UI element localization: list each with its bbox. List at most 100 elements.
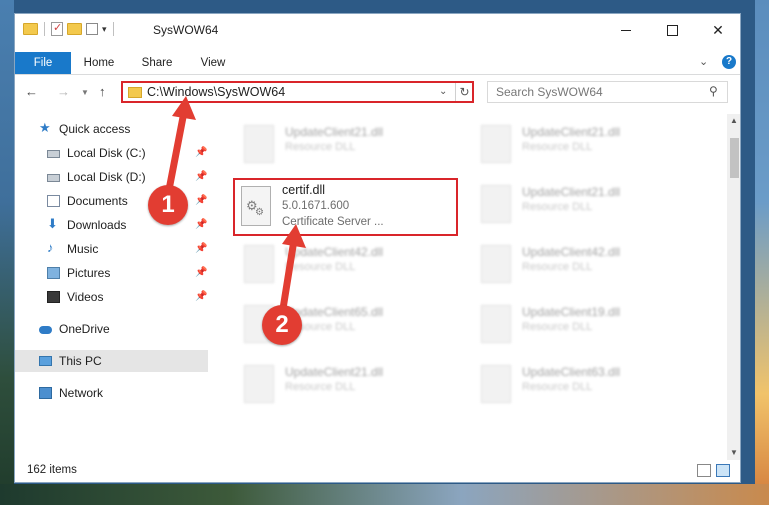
details-view-icon[interactable] <box>697 464 711 477</box>
dll-file-icon <box>481 305 511 343</box>
address-path[interactable]: C:\Windows\SysWOW64 <box>147 85 285 99</box>
file-item[interactable]: UpdateClient42.dll Resource DLL <box>236 239 456 291</box>
file-name: UpdateClient21.dll <box>522 125 621 139</box>
file-item[interactable]: UpdateClient42.dll Resource DLL <box>473 239 693 291</box>
pin-icon: 📌 <box>195 147 208 158</box>
dll-file-icon <box>244 365 274 403</box>
customize-toolbar-chevron-icon[interactable]: ▾ <box>102 24 107 35</box>
sidebar-item-label: Pictures <box>67 266 111 280</box>
new-folder-icon[interactable] <box>67 23 82 35</box>
status-bar: 162 items <box>15 460 740 482</box>
sidebar-item-label: Network <box>59 386 104 400</box>
window-title: SysWOW64 <box>153 23 219 37</box>
file-description: Certificate Server ... <box>282 216 384 228</box>
sidebar-item-pictures[interactable]: Pictures 📌 <box>15 262 208 284</box>
file-description: Resource DLL <box>522 201 593 213</box>
help-button[interactable]: ? <box>722 55 736 69</box>
file-item[interactable]: UpdateClient21.dll Resource DLL <box>473 179 693 231</box>
rename-icon[interactable] <box>86 23 98 35</box>
pin-icon: 📌 <box>195 291 208 302</box>
refresh-icon[interactable]: ↻ <box>455 83 473 101</box>
file-description: Resource DLL <box>522 381 593 393</box>
vertical-scrollbar[interactable]: ▲ ▼ <box>727 114 740 460</box>
pin-icon: 📌 <box>195 219 208 230</box>
sidebar-item-this-pc[interactable]: This PC <box>15 350 208 372</box>
tab-home[interactable]: Home <box>77 52 121 74</box>
file-name: UpdateClient42.dll <box>522 245 621 259</box>
videos-icon <box>47 291 60 303</box>
close-icon: ✕ <box>712 21 724 38</box>
desktop-taskbar-edge <box>0 484 769 505</box>
sidebar-item-network[interactable]: Network <box>15 382 208 404</box>
item-count: 162 items <box>27 464 77 476</box>
file-description: Resource DLL <box>522 321 593 333</box>
file-name: UpdateClient63.dll <box>522 365 621 379</box>
file-explorer-window: ▾ SysWOW64 ✕ File Home Share View ⌄ ? ← … <box>14 13 741 483</box>
scroll-down-arrow-icon[interactable]: ▼ <box>730 448 738 457</box>
folder-icon <box>23 23 38 35</box>
documents-icon <box>47 195 60 207</box>
sidebar-item-label: Local Disk (D:) <box>67 170 146 184</box>
file-description: Resource DLL <box>522 141 593 153</box>
forward-arrow-icon[interactable]: → <box>57 84 70 99</box>
file-name: UpdateClient21.dll <box>285 365 384 379</box>
file-version: 5.0.1671.600 <box>282 200 350 212</box>
search-box[interactable]: Search SysWOW64 ⚲ <box>487 81 728 103</box>
up-arrow-icon[interactable]: ↑ <box>99 84 106 99</box>
file-item-certif-dll[interactable]: ⚙ ⚙ certif.dll 5.0.1671.600 Certificate … <box>233 178 458 236</box>
toolbar-divider <box>44 22 45 36</box>
back-arrow-icon[interactable]: ← <box>25 84 38 99</box>
dll-file-icon <box>244 125 274 163</box>
address-dropdown-chevron-icon[interactable]: ⌄ <box>439 86 447 97</box>
sidebar-item-videos[interactable]: Videos 📌 <box>15 286 208 308</box>
file-item[interactable]: UpdateClient21.dll Resource DLL <box>473 119 693 171</box>
file-description: Resource DLL <box>285 141 356 153</box>
star-icon: ★ <box>39 120 51 135</box>
sidebar-item-local-disk-d[interactable]: Local Disk (D:) 📌 <box>15 166 208 188</box>
maximize-icon <box>666 24 678 36</box>
scroll-up-arrow-icon[interactable]: ▲ <box>730 116 738 125</box>
file-name: UpdateClient21.dll <box>522 185 621 199</box>
close-button[interactable]: ✕ <box>695 14 740 46</box>
sidebar-item-onedrive[interactable]: OneDrive <box>15 318 208 340</box>
properties-icon[interactable] <box>51 21 63 36</box>
minimize-icon <box>621 29 631 31</box>
sidebar-item-label: This PC <box>59 354 102 368</box>
desktop-background-left <box>0 0 14 505</box>
dll-file-icon <box>244 245 274 283</box>
large-icons-view-icon[interactable] <box>716 464 730 477</box>
maximize-button[interactable] <box>649 14 695 46</box>
dll-file-icon <box>481 185 511 223</box>
file-item[interactable]: UpdateClient63.dll Resource DLL <box>473 359 693 411</box>
file-description: Resource DLL <box>522 261 593 273</box>
sidebar-item-music[interactable]: ♪ Music 📌 <box>15 238 208 260</box>
dll-file-icon: ⚙ ⚙ <box>241 186 271 226</box>
sidebar-item-label: Downloads <box>67 218 127 232</box>
sidebar-item-local-disk-c[interactable]: Local Disk (C:) 📌 <box>15 142 208 164</box>
step-badge-2: 2 <box>262 305 302 345</box>
file-item[interactable]: UpdateClient21.dll Resource DLL <box>236 359 456 411</box>
file-name: UpdateClient42.dll <box>285 245 384 259</box>
navigation-bar: ← → ▼ ↑ C:\Windows\SysWOW64 ⌄ ↻ Search S… <box>15 80 740 106</box>
scrollbar-thumb[interactable] <box>730 138 739 178</box>
network-icon <box>39 387 52 399</box>
file-item[interactable]: UpdateClient21.dll Resource DLL <box>236 119 456 171</box>
minimize-button[interactable] <box>603 14 649 46</box>
step-badge-1: 1 <box>148 185 188 225</box>
search-icon[interactable]: ⚲ <box>709 84 718 98</box>
address-bar[interactable]: C:\Windows\SysWOW64 ⌄ ↻ <box>121 81 474 103</box>
recent-locations-chevron-icon[interactable]: ▼ <box>81 88 89 97</box>
tab-view[interactable]: View <box>197 52 229 74</box>
file-item[interactable]: UpdateClient19.dll Resource DLL <box>473 299 693 351</box>
tab-file[interactable]: File <box>15 52 71 74</box>
search-input[interactable]: Search SysWOW64 <box>496 85 603 99</box>
sidebar-item-quick-access[interactable]: ★ Quick access <box>15 118 208 140</box>
ribbon-tabs: File Home Share View ⌄ ? <box>15 52 740 75</box>
tab-share[interactable]: Share <box>135 52 179 74</box>
drive-icon <box>47 174 60 182</box>
toolbar-divider <box>112 22 114 36</box>
expand-ribbon-chevron-icon[interactable]: ⌄ <box>699 55 708 68</box>
file-name: certif.dll <box>282 183 326 197</box>
onedrive-cloud-icon <box>39 326 52 334</box>
dll-file-icon <box>481 245 511 283</box>
